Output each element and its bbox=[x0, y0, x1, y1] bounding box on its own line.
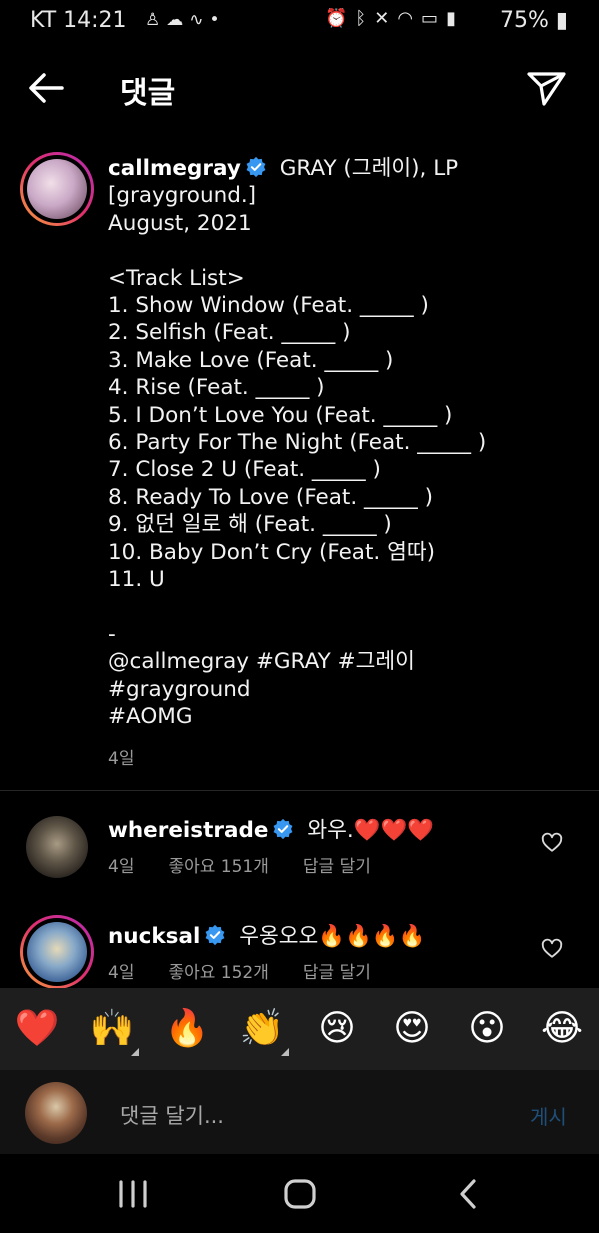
skin-tone-indicator bbox=[131, 1048, 139, 1056]
caption-time: 4일 bbox=[108, 749, 135, 769]
verified-badge-icon bbox=[274, 818, 293, 840]
emoji-raised-hands-button[interactable]: 🙌 bbox=[89, 1006, 139, 1056]
caption-text: callmegray GRAY (그레이), LP [grayground.] … bbox=[108, 155, 568, 731]
verified-badge-icon bbox=[205, 924, 225, 946]
comment-input[interactable]: 댓글 달기... bbox=[120, 1100, 224, 1130]
heart-outline-icon bbox=[541, 832, 563, 852]
home-button[interactable] bbox=[281, 1176, 319, 1212]
battery-icon: ▮ bbox=[555, 8, 569, 33]
heart-outline-icon bbox=[541, 938, 563, 958]
avatar-image bbox=[27, 922, 87, 982]
arrow-left-icon bbox=[29, 73, 64, 103]
signal-wave-icon: ∿ bbox=[189, 10, 210, 30]
verified-badge-icon bbox=[246, 156, 266, 178]
battery-level: 75% ▮ bbox=[500, 8, 569, 33]
hd-icon: ▭ bbox=[421, 8, 447, 29]
mute-icon: ✕ bbox=[374, 8, 398, 29]
post-button[interactable]: 게시 bbox=[530, 1101, 567, 1130]
divider bbox=[0, 790, 599, 791]
my-avatar bbox=[25, 1082, 87, 1144]
back-button[interactable] bbox=[24, 66, 68, 110]
comment-time: 4일 bbox=[108, 963, 135, 983]
like-comment-button[interactable] bbox=[541, 832, 563, 854]
paper-plane-icon bbox=[527, 72, 566, 106]
status-left-icons: ♙☁∿• bbox=[145, 10, 226, 30]
wifi-icon: ◠ bbox=[397, 8, 422, 29]
weather-icon: ☁ bbox=[166, 10, 190, 30]
recent-apps-icon bbox=[119, 1180, 147, 1208]
reply-button[interactable]: 답글 달기 bbox=[303, 963, 371, 983]
status-bar: KT 14:21 ♙☁∿• ⏰ᛒ✕◠▭▮ 75% ▮ bbox=[0, 0, 599, 44]
recent-apps-button[interactable] bbox=[116, 1176, 150, 1212]
caption-username[interactable]: callmegray bbox=[108, 156, 241, 181]
comment-avatar[interactable] bbox=[20, 915, 94, 989]
bluetooth-icon: ᛒ bbox=[355, 8, 375, 29]
cell-signal-icon: ▮ bbox=[446, 8, 464, 29]
dot-icon: • bbox=[209, 10, 226, 30]
comment-username[interactable]: whereistrade bbox=[108, 818, 268, 843]
avatar-image bbox=[27, 159, 87, 219]
comment-text: nucksal 우옹오오🔥🔥🔥🔥 bbox=[108, 919, 425, 950]
home-icon bbox=[284, 1179, 316, 1209]
comment-meta: 4일 좋아요 152개 답글 달기 bbox=[108, 958, 405, 983]
caption-first-line: GRAY (그레이), LP bbox=[279, 156, 459, 181]
emoji-heart-eyes-button[interactable]: 😍 bbox=[389, 1006, 435, 1052]
emoji-laughing-button[interactable]: 😂 bbox=[539, 1006, 585, 1052]
page-title: 댓글 bbox=[120, 76, 176, 111]
comment-username[interactable]: nucksal bbox=[108, 924, 200, 949]
notification-icon: ♙ bbox=[145, 10, 167, 30]
emoji-crying-button[interactable]: 😢 bbox=[314, 1006, 360, 1052]
comment-time: 4일 bbox=[108, 857, 135, 877]
skin-tone-indicator bbox=[281, 1048, 289, 1056]
back-nav-button[interactable] bbox=[454, 1176, 482, 1212]
reply-button[interactable]: 답글 달기 bbox=[303, 857, 371, 877]
like-comment-button[interactable] bbox=[541, 938, 563, 960]
comment-text: whereistrade 와우.❤️❤️❤️ bbox=[108, 813, 434, 844]
emoji-fire-button[interactable]: 🔥 bbox=[164, 1006, 210, 1052]
carrier-time: KT 14:21 bbox=[30, 8, 127, 33]
comment-body: 와우.❤️❤️❤️ bbox=[307, 818, 435, 843]
emoji-clapping-button[interactable]: 👏 bbox=[239, 1006, 289, 1056]
comment-avatar[interactable] bbox=[26, 816, 88, 878]
comment-body: 우옹오오🔥🔥🔥🔥 bbox=[239, 924, 426, 949]
chevron-left-icon bbox=[460, 1179, 476, 1209]
status-right-icons: ⏰ᛒ✕◠▭▮ bbox=[325, 8, 464, 29]
comment-likes[interactable]: 좋아요 151개 bbox=[168, 857, 268, 877]
emoji-surprised-button[interactable]: 😮 bbox=[464, 1006, 510, 1052]
comment-likes[interactable]: 좋아요 152개 bbox=[168, 963, 268, 983]
caption-body: [grayground.] August, 2021 <Track List> … bbox=[108, 183, 487, 730]
comment-input-bar bbox=[0, 1070, 599, 1154]
emoji-heart-button[interactable]: ❤️ bbox=[14, 1006, 60, 1052]
share-button[interactable] bbox=[524, 66, 568, 110]
caption-avatar[interactable] bbox=[20, 152, 94, 226]
alarm-icon: ⏰ bbox=[325, 8, 356, 29]
comment-meta: 4일 좋아요 151개 답글 달기 bbox=[108, 852, 405, 877]
